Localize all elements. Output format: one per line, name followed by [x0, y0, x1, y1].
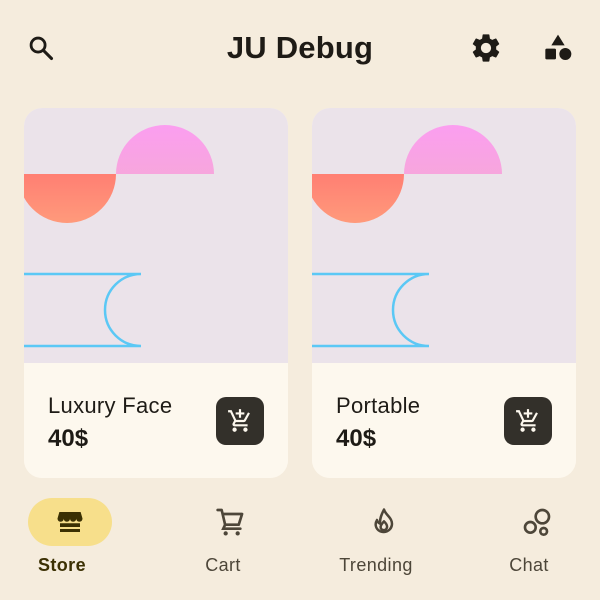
settings-button[interactable] [462, 24, 510, 72]
product-price: 40$ [336, 425, 377, 452]
product-image [24, 108, 288, 363]
product-info: Portable 40$ [312, 363, 576, 478]
nav-item-chat[interactable]: Chat [454, 498, 600, 588]
nav-icon-container [495, 498, 579, 546]
flame-icon [374, 508, 394, 534]
add-to-cart-button[interactable] [216, 397, 264, 445]
product-info: Luxury Face 40$ [24, 363, 288, 478]
product-card[interactable]: Portable 40$ [312, 108, 576, 478]
add-to-cart-button[interactable] [504, 397, 552, 445]
product-name: Portable [336, 393, 421, 418]
shapes-icon [545, 34, 572, 60]
product-art [312, 125, 502, 348]
nav-item-trending[interactable]: Trending [301, 498, 451, 588]
storefront-icon [57, 512, 83, 532]
nav-icon-container [189, 498, 273, 546]
nav-label: Cart [205, 555, 241, 575]
shapes-button[interactable] [534, 24, 582, 72]
add-shopping-cart-icon [228, 409, 250, 432]
shopping-cart-icon [216, 508, 244, 536]
product-price: 40$ [48, 425, 89, 452]
nav-item-cart[interactable]: Cart [148, 498, 298, 588]
product-image [312, 108, 576, 363]
gear-icon [472, 34, 500, 62]
nav-label: Store [37, 555, 86, 575]
bottom-navigation: Store Cart Trending Chat [0, 488, 600, 600]
nav-label: Chat [509, 555, 549, 575]
add-shopping-cart-icon [516, 409, 538, 432]
top-app-bar: JU Debug [0, 0, 600, 100]
nav-icon-container [342, 498, 426, 546]
product-name: Luxury Face [48, 393, 173, 418]
app-title: JU Debug [226, 30, 374, 65]
nav-label: Trending [339, 555, 413, 575]
active-indicator [28, 498, 112, 546]
product-art [24, 125, 214, 348]
nav-item-store[interactable]: Store [0, 498, 137, 588]
bubbles-icon [523, 508, 551, 536]
product-card[interactable]: Luxury Face 40$ [24, 108, 288, 478]
